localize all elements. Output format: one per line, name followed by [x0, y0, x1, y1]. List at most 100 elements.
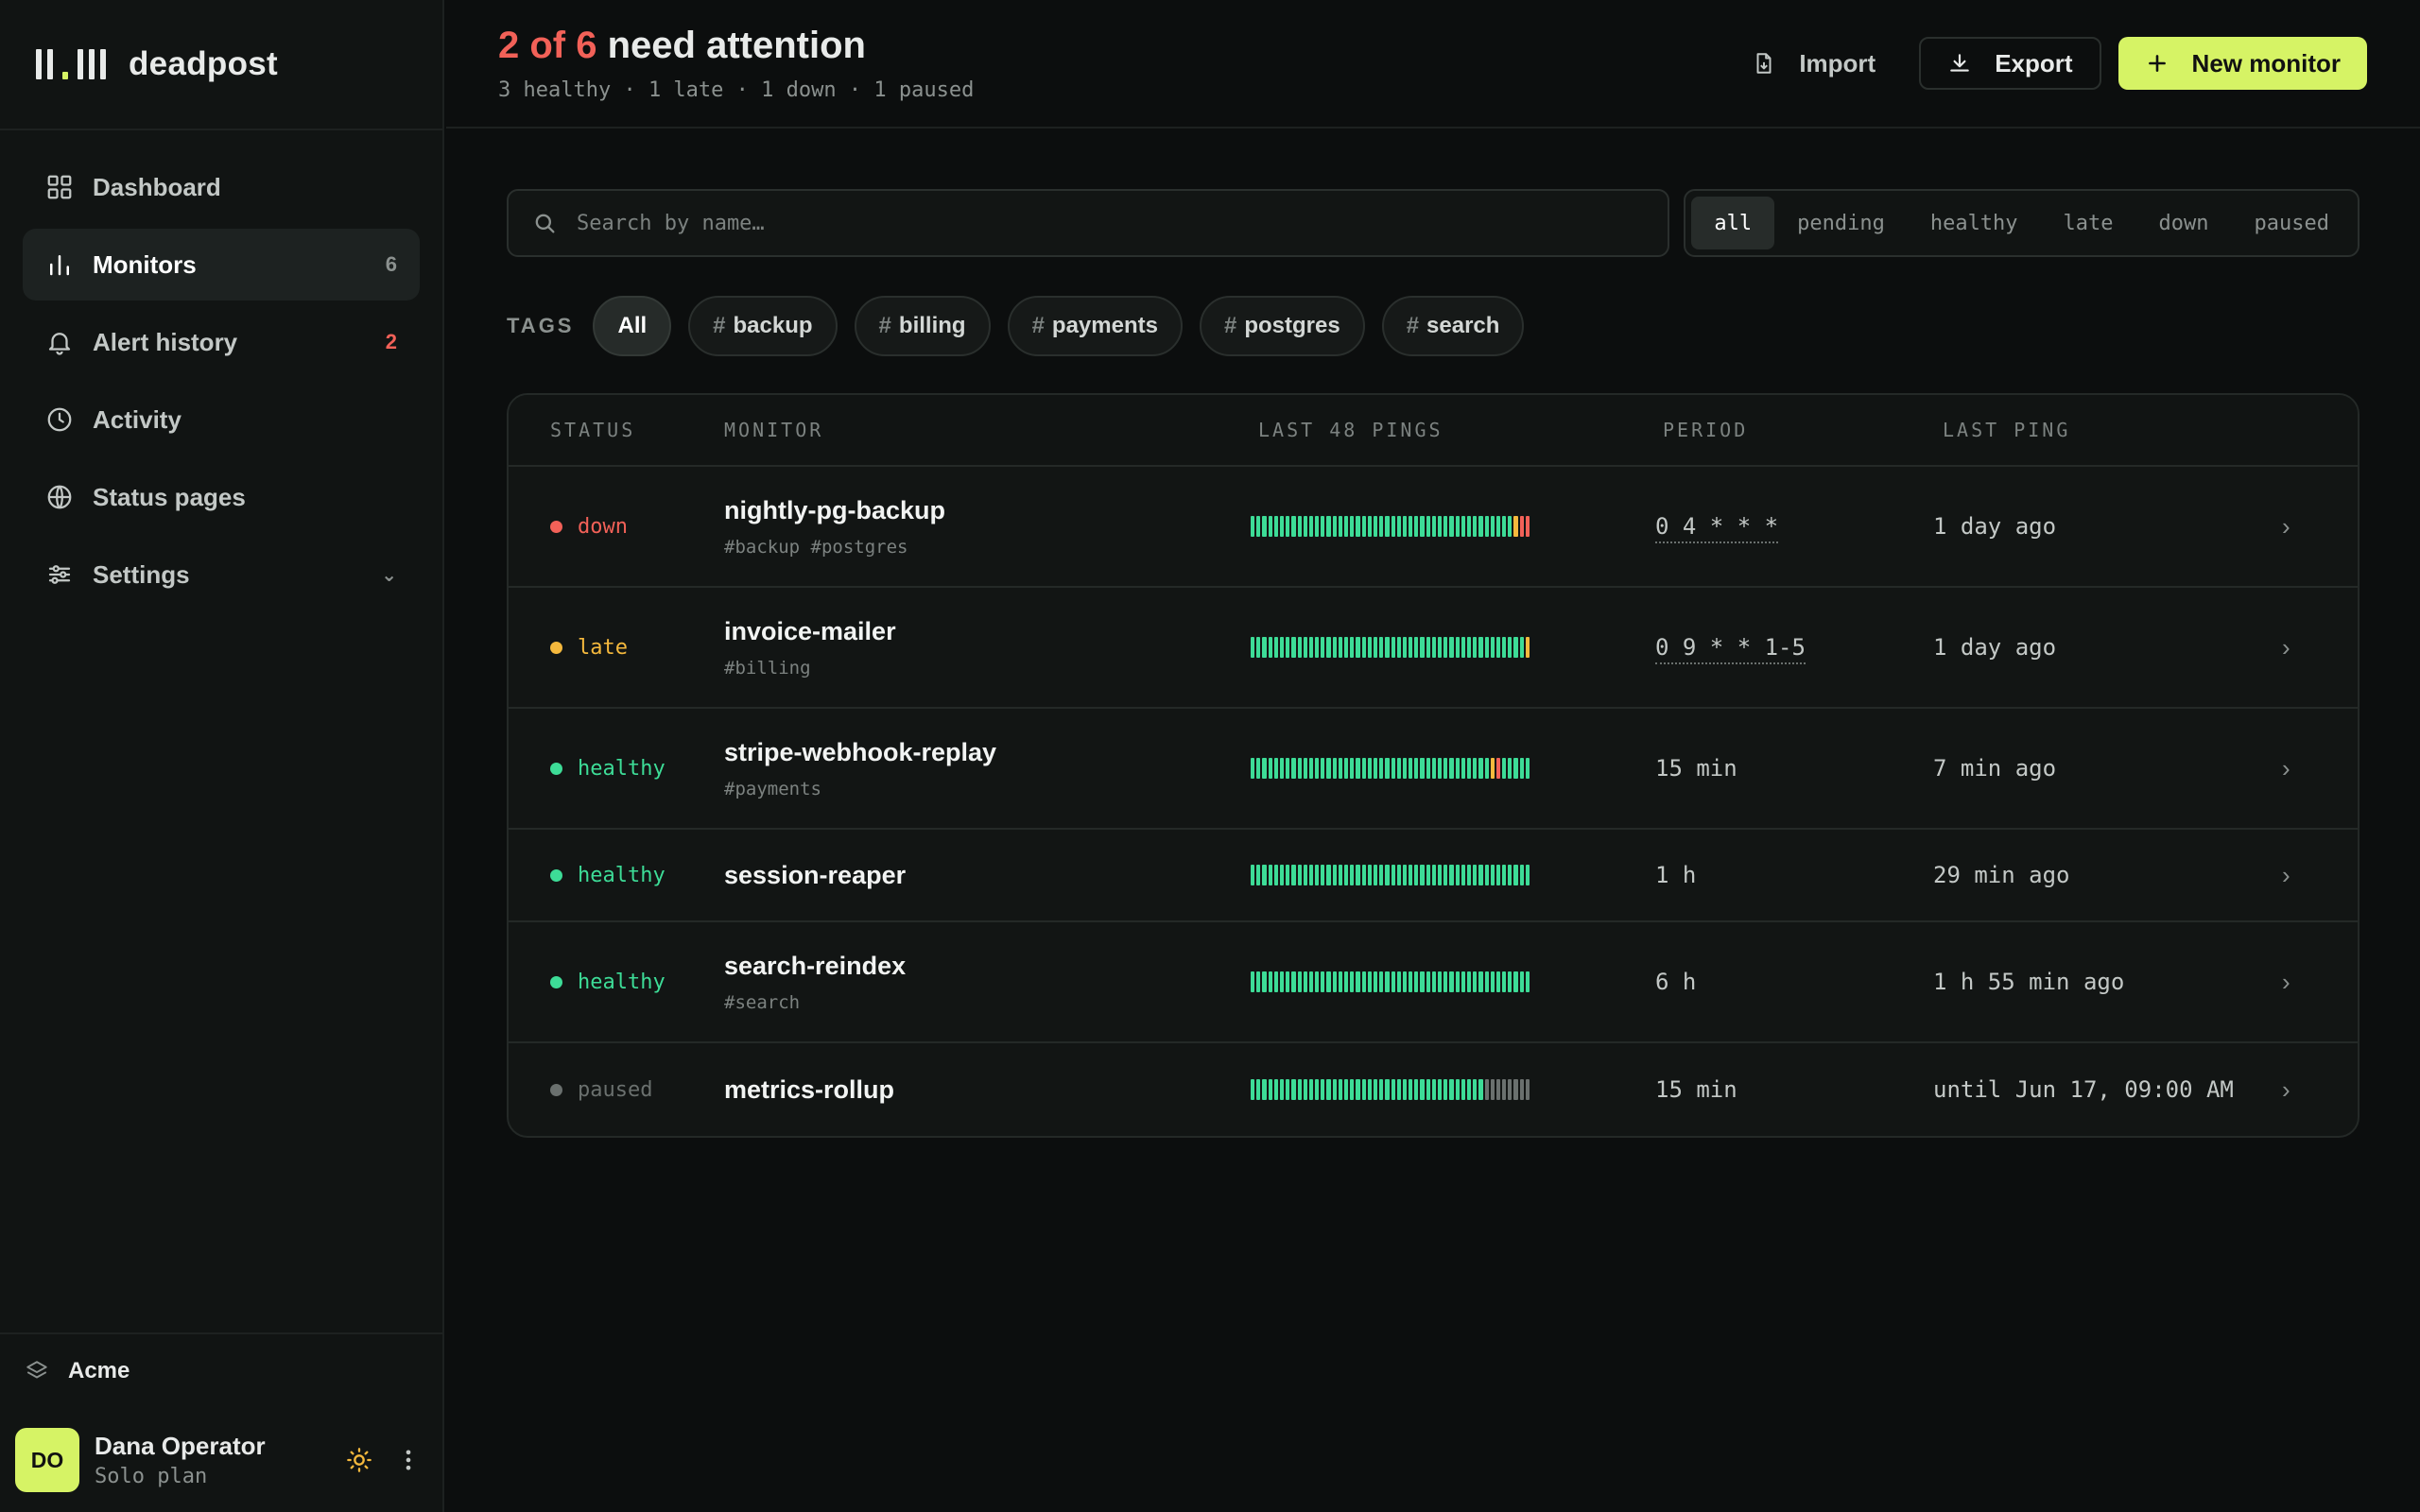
import-button[interactable]: Import — [1725, 37, 1902, 90]
ping-bar — [1409, 516, 1413, 537]
ping-bar — [1466, 516, 1472, 537]
tag-chip-search[interactable]: # search — [1381, 296, 1525, 356]
table-row[interactable]: healthy search-reindex #search 6 h 1 h 5… — [509, 922, 2358, 1043]
monitor-name[interactable]: metrics-rollup — [724, 1075, 1258, 1105]
org-switcher[interactable]: Acme — [0, 1334, 442, 1408]
theme-toggle-button[interactable] — [340, 1441, 378, 1479]
search-input[interactable] — [577, 211, 1645, 235]
ping-bar — [1321, 1079, 1325, 1100]
monitors-table: STATUS MONITOR LAST 48 PINGS PERIOD LAST… — [507, 393, 2360, 1138]
sidebar-item-settings[interactable]: Settings ⌄ — [23, 539, 420, 610]
ping-bar — [1297, 865, 1302, 885]
ping-bar — [1431, 758, 1436, 779]
period-cell: 15 min — [1655, 1076, 1933, 1103]
sidebar-nav: Dashboard Monitors 6 Alert history 2 Act… — [0, 130, 442, 637]
column-header-status[interactable]: STATUS — [509, 419, 724, 441]
table-row[interactable]: healthy session-reaper 1 h 29 min ago › — [509, 830, 2358, 922]
layers-icon — [26, 1361, 47, 1379]
ping-bar — [1396, 516, 1401, 537]
chevron-right-icon[interactable]: › — [2282, 633, 2358, 662]
export-label: Export — [1995, 48, 2073, 77]
ping-bar — [1402, 971, 1408, 992]
filter-late[interactable]: late — [2041, 197, 2136, 249]
ping-bar — [1279, 971, 1285, 992]
ping-bar — [1525, 637, 1530, 658]
ping-bar — [1297, 637, 1302, 658]
ping-bar — [1251, 637, 1255, 658]
tag-chip-billing[interactable]: # billing — [854, 296, 991, 356]
ping-bar — [1519, 516, 1524, 537]
tag-chip-all[interactable]: All — [593, 296, 672, 356]
column-header-period[interactable]: PERIOD — [1663, 419, 1943, 441]
filter-paused[interactable]: paused — [2232, 197, 2352, 249]
filter-pending[interactable]: pending — [1774, 197, 1908, 249]
sidebar-item-dashboard[interactable]: Dashboard — [23, 151, 420, 223]
chevron-right-icon[interactable]: › — [2282, 754, 2358, 783]
ping-bar — [1420, 865, 1425, 885]
export-button[interactable]: Export — [1919, 37, 2101, 90]
monitor-name[interactable]: nightly-pg-backup — [724, 496, 1258, 525]
filter-all[interactable]: all — [1691, 197, 1775, 249]
tag-chip-postgres[interactable]: # postgres — [1199, 296, 1365, 356]
user-info: Dana Operator Solo plan — [95, 1432, 318, 1488]
column-header-monitor[interactable]: MONITOR — [724, 419, 1258, 441]
chevron-right-icon[interactable]: › — [2282, 1075, 2358, 1105]
monitor-name[interactable]: search-reindex — [724, 952, 1258, 981]
user-menu-button[interactable] — [389, 1441, 427, 1479]
period-value[interactable]: 0 4 * * * — [1655, 513, 1779, 543]
new-monitor-label: New monitor — [2191, 48, 2341, 77]
status-filter: all pending healthy late down paused — [1684, 189, 2360, 257]
ping-bar — [1379, 865, 1384, 885]
ping-bar — [1484, 637, 1489, 658]
ping-bar — [1297, 516, 1302, 537]
chevron-right-icon[interactable]: › — [2282, 968, 2358, 997]
search-box[interactable] — [507, 189, 1669, 257]
ping-bar — [1251, 1079, 1255, 1100]
ping-bar — [1443, 516, 1448, 537]
ping-bar — [1438, 971, 1443, 992]
ping-bar — [1426, 758, 1430, 779]
sidebar-item-label: Monitors — [93, 249, 197, 279]
ping-bar — [1344, 516, 1349, 537]
sidebar-item-status-pages[interactable]: Status pages — [23, 461, 420, 533]
sidebar-item-monitors[interactable]: Monitors 6 — [23, 229, 420, 301]
brand[interactable]: deadpost — [0, 0, 442, 130]
sidebar-item-alert-history[interactable]: Alert history 2 — [23, 306, 420, 378]
ping-bar — [1513, 1079, 1518, 1100]
new-monitor-button[interactable]: New monitor — [2118, 37, 2367, 90]
grid-icon — [45, 173, 74, 201]
status-label: down — [578, 514, 628, 539]
ping-bar — [1391, 637, 1395, 658]
ping-bar — [1308, 758, 1314, 779]
bell-icon — [45, 328, 74, 356]
filter-down[interactable]: down — [2136, 197, 2232, 249]
ping-bar — [1495, 971, 1501, 992]
monitor-name[interactable]: session-reaper — [724, 861, 1258, 890]
tag-chip-backup[interactable]: # backup — [688, 296, 838, 356]
column-header-pings: LAST 48 PINGS — [1258, 419, 1443, 441]
table-row[interactable]: healthy stripe-webhook-replay #payments … — [509, 709, 2358, 830]
monitor-name[interactable]: stripe-webhook-replay — [724, 738, 1258, 767]
ping-bar — [1367, 516, 1372, 537]
filter-healthy[interactable]: healthy — [1908, 197, 2041, 249]
period-value[interactable]: 0 9 * * 1-5 — [1655, 634, 1806, 664]
ping-bar — [1268, 637, 1272, 658]
table-row[interactable]: down nightly-pg-backup #backup #postgres… — [509, 467, 2358, 588]
table-row[interactable]: paused metrics-rollup 15 min until Jun 1… — [509, 1043, 2358, 1136]
ping-bar — [1356, 637, 1360, 658]
import-label: Import — [1799, 48, 1876, 77]
chevron-right-icon[interactable]: › — [2282, 861, 2358, 890]
tag-chip-payments[interactable]: # payments — [1007, 296, 1183, 356]
pings-cell — [1251, 637, 1655, 658]
column-header-last-ping[interactable]: LAST PING — [1943, 419, 2358, 441]
ping-bar — [1308, 971, 1314, 992]
ping-bar — [1490, 637, 1495, 658]
chevron-right-icon[interactable]: › — [2282, 512, 2358, 541]
period-cell: 0 4 * * * — [1655, 513, 1933, 543]
table-row[interactable]: late invoice-mailer #billing 0 9 * * 1-5… — [509, 588, 2358, 709]
ping-bar — [1402, 1079, 1408, 1100]
sidebar-item-activity[interactable]: Activity — [23, 384, 420, 455]
monitor-name[interactable]: invoice-mailer — [724, 617, 1258, 646]
avatar: DO — [15, 1428, 79, 1492]
last-ping: 1 day ago — [1933, 513, 2057, 540]
